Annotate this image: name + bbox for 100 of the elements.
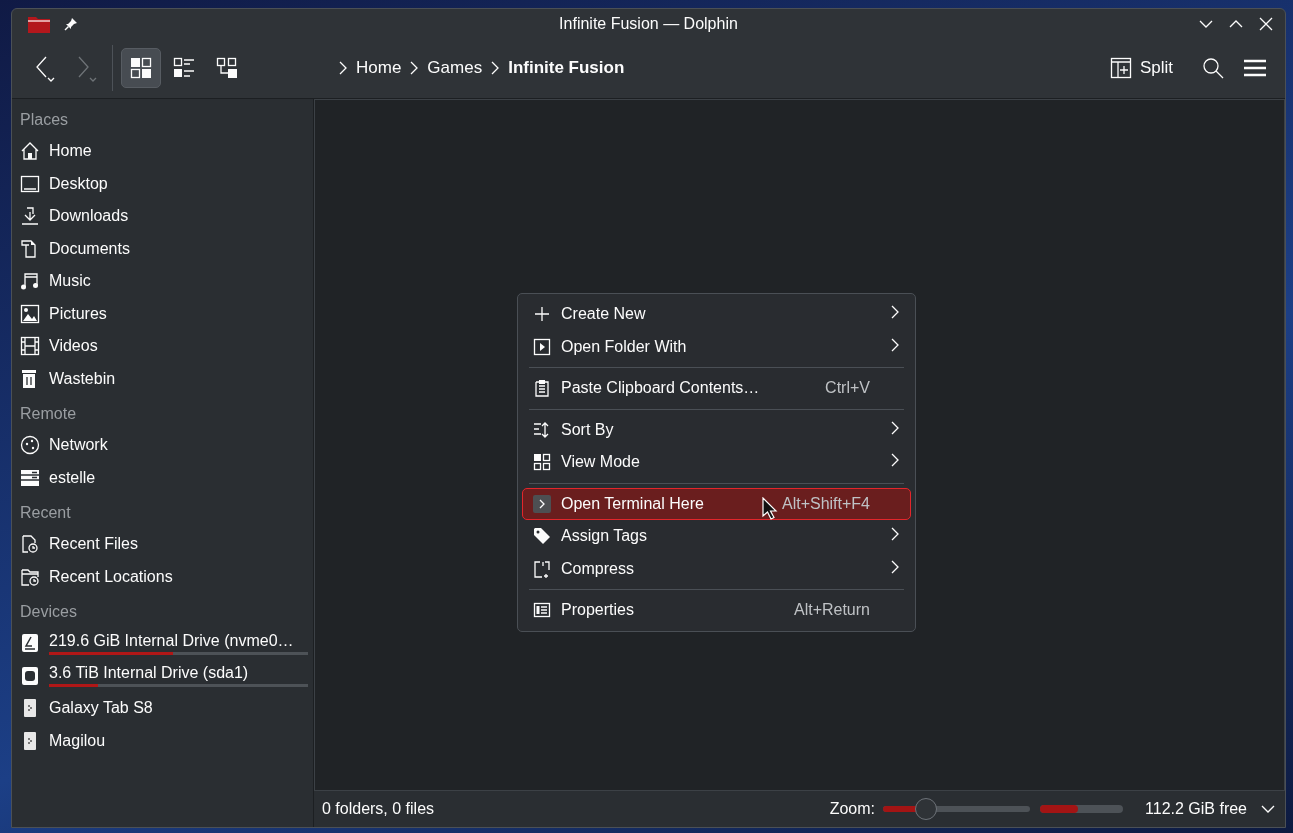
sidebar-item-label: Home <box>49 142 93 161</box>
section-heading: Remote <box>19 404 78 424</box>
search-icon <box>1202 57 1224 79</box>
details-view-icon <box>173 57 195 79</box>
sidebar-item[interactable]: Wastebin <box>12 362 313 395</box>
breadcrumb-item[interactable]: Infinite Fusion <box>506 54 627 82</box>
chevron-down-icon <box>1261 804 1275 814</box>
music-note-icon <box>20 271 40 292</box>
sidebar-item[interactable]: Network <box>12 429 313 462</box>
network-icon <box>20 435 40 456</box>
chevron-right-icon <box>890 558 900 575</box>
sidebar-item-label: Documents <box>49 239 131 258</box>
chevron-right-icon <box>338 60 348 76</box>
sidebar-item[interactable]: Downloads <box>12 200 313 233</box>
sidebar-item-label: Pictures <box>49 304 108 323</box>
monitor-icon <box>20 173 40 194</box>
menu-icon <box>1244 59 1266 77</box>
breadcrumb-item[interactable]: Games <box>425 54 485 82</box>
sidebar-item[interactable]: Magilou <box>12 724 313 757</box>
free-space-button[interactable]: 112.2 GiB free <box>1143 798 1277 820</box>
sidebar-item-label: Desktop <box>49 174 109 193</box>
sidebar-item[interactable]: Documents <box>12 232 313 265</box>
sidebar-item[interactable]: Pictures <box>12 297 313 330</box>
drive-icon <box>20 665 40 686</box>
menu-item[interactable]: Compress <box>522 552 911 585</box>
section-heading: Recent <box>19 503 72 523</box>
breadcrumb-item[interactable]: Home <box>354 54 404 82</box>
file-clock-icon <box>20 534 40 555</box>
view-mode-button[interactable] <box>121 48 161 88</box>
grid-icon <box>533 453 551 472</box>
sidebar-item-label: Wastebin <box>49 369 117 388</box>
section-heading: Devices <box>19 602 78 622</box>
sidebar-item-label: 219.6 GiB Internal Drive (nvme0… <box>49 631 295 650</box>
chevron-right-icon <box>890 452 900 469</box>
menu-item[interactable]: Assign Tags <box>522 520 911 553</box>
menu-item[interactable]: Properties Alt+Return <box>522 594 911 627</box>
sidebar-item-label: 3.6 TiB Internal Drive (sda1) <box>49 664 250 683</box>
sidebar-item-label: estelle <box>49 468 97 487</box>
sidebar-item[interactable]: 3.6 TiB Internal Drive (sda1) <box>12 659 313 692</box>
tag-icon <box>533 527 551 546</box>
folder-clock-icon <box>20 566 40 587</box>
pin-icon <box>64 16 78 31</box>
plus-icon <box>533 305 551 324</box>
close-icon <box>1258 15 1274 32</box>
shortcut-text: Ctrl+V <box>825 379 870 398</box>
menu-item[interactable]: Sort By <box>522 413 911 446</box>
drive-icon <box>20 633 40 654</box>
tree-view-icon <box>216 57 238 79</box>
menu-item[interactable]: Paste Clipboard Contents… Ctrl+V <box>522 372 911 405</box>
sidebar-item-label: Downloads <box>49 207 130 226</box>
menu-item[interactable]: View Mode <box>522 446 911 479</box>
split-view-icon <box>1109 57 1132 79</box>
home-icon <box>20 141 40 162</box>
sidebar-item[interactable]: estelle <box>12 461 313 494</box>
sidebar-item[interactable]: Galaxy Tab S8 <box>12 692 313 725</box>
menu-item[interactable]: Open Folder With <box>522 330 911 363</box>
chevron-right-icon <box>409 60 420 76</box>
play-box-icon <box>533 337 551 356</box>
clipboard-icon <box>533 379 551 398</box>
server-icon <box>20 467 40 488</box>
chevron-right-icon <box>890 526 900 543</box>
section-heading: Places <box>19 110 70 130</box>
split-button[interactable]: Split <box>1105 53 1177 83</box>
mouse-pointer-icon <box>762 497 778 521</box>
terminal-icon <box>533 494 551 513</box>
sidebar-item[interactable]: 219.6 GiB Internal Drive (nvme0… <box>12 627 313 660</box>
film-icon <box>20 336 40 357</box>
window-title: Infinite Fusion — Dolphin <box>559 15 738 32</box>
zoom-label: Zoom: <box>829 800 875 818</box>
sidebar-item-label: Network <box>49 436 109 455</box>
sidebar-item[interactable]: Recent Locations <box>12 560 313 593</box>
sidebar-item[interactable]: Music <box>12 265 313 298</box>
sidebar-item[interactable]: Home <box>12 135 313 168</box>
chevron-right-icon <box>490 60 501 76</box>
sidebar-item[interactable]: Videos <box>12 330 313 363</box>
sidebar-item[interactable]: Desktop <box>12 167 313 200</box>
icons-view-icon <box>130 57 152 79</box>
sidebar-item-label: Recent Locations <box>49 567 174 586</box>
slider-handle[interactable] <box>914 798 937 820</box>
sidebar-item-label: Recent Files <box>49 535 139 554</box>
image-icon <box>20 303 40 324</box>
chevron-right-icon <box>890 304 900 321</box>
download-icon <box>20 206 40 227</box>
sidebar-item[interactable]: Recent Files <box>12 528 313 561</box>
status-text: 0 folders, 0 files <box>322 800 435 818</box>
shortcut-text: Alt+Shift+F4 <box>781 494 870 513</box>
zoom-slider[interactable] <box>883 798 1030 820</box>
compress-icon <box>533 559 551 578</box>
menu-item[interactable]: Open Terminal Here Alt+Shift+F4 <box>522 487 911 520</box>
sidebar-item-label: Galaxy Tab S8 <box>49 699 154 718</box>
sidebar-item-label: Music <box>49 272 92 291</box>
shortcut-text: Alt+Return <box>793 601 870 620</box>
properties-icon <box>533 601 551 620</box>
sidebar-item-label: Magilou <box>49 731 107 750</box>
chevron-right-icon <box>890 336 900 353</box>
sidebar-item-label: Videos <box>49 337 99 356</box>
menu-item[interactable]: Create New <box>522 298 911 331</box>
folder-icon <box>28 14 50 33</box>
chevron-right-icon <box>890 419 900 436</box>
sort-icon <box>533 420 551 439</box>
